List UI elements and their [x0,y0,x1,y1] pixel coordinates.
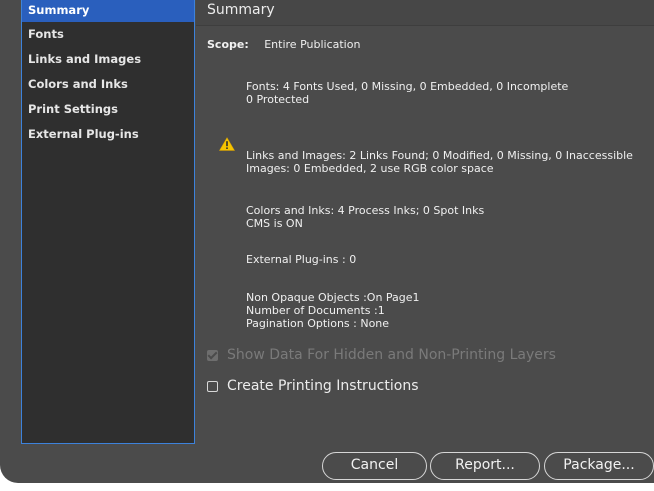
sidebar-item-colors-and-inks[interactable]: Colors and Inks [22,72,194,97]
cms-status-line: CMS is ON [246,217,303,230]
cancel-button[interactable]: Cancel [322,452,427,480]
colors-summary: Colors and Inks: 4 Process Inks; 0 Spot … [246,204,484,230]
summary-panel: Summary Scope: Entire Publication Fonts:… [196,0,654,483]
fonts-summary: Fonts: 4 Fonts Used, 0 Missing, 0 Embedd… [246,80,568,106]
scope-label: Scope: [207,38,249,51]
plugins-summary: External Plug-ins : 0 [246,253,356,266]
sidebar: Summary Fonts Links and Images Colors an… [21,0,195,444]
sidebar-item-links-and-images[interactable]: Links and Images [22,47,194,72]
sidebar-item-print-settings[interactable]: Print Settings [22,97,194,122]
fonts-summary-line: Fonts: 4 Fonts Used, 0 Missing, 0 Embedd… [246,80,569,93]
links-summary: Links and Images: 2 Links Found; 0 Modif… [246,149,633,175]
package-dialog: Summary Fonts Links and Images Colors an… [0,0,654,483]
show-hidden-layers-checkbox[interactable] [207,349,218,361]
plugins-summary-line: External Plug-ins : 0 [246,253,357,266]
report-button[interactable]: Report... [430,452,540,480]
images-summary-line: Images: 0 Embedded, 2 use RGB color spac… [246,162,494,175]
create-printing-instructions-checkbox[interactable] [207,380,218,392]
sidebar-item-summary[interactable]: Summary [22,0,194,22]
non-opaque-objects-line: Non Opaque Objects :On Page1 [246,291,420,304]
fonts-protected-line: 0 Protected [246,93,310,106]
sidebar-item-fonts[interactable]: Fonts [22,22,194,47]
scope-value: Entire Publication [264,38,361,51]
document-summary: Non Opaque Objects :On Page1 Number of D… [246,291,420,330]
number-of-documents-line: Number of Documents :1 [246,304,385,317]
package-button[interactable]: Package... [544,452,654,480]
show-hidden-layers-label: Show Data For Hidden and Non-Printing La… [227,347,556,363]
warning-triangle-icon [219,137,235,151]
inks-summary-line: Colors and Inks: 4 Process Inks; 0 Spot … [246,204,485,217]
scope-row: Scope: Entire Publication [207,38,360,51]
links-summary-line: Links and Images: 2 Links Found; 0 Modif… [246,149,633,162]
create-printing-instructions-label: Create Printing Instructions [227,378,419,394]
create-printing-instructions-option[interactable]: Create Printing Instructions [207,378,419,394]
show-hidden-layers-option: Show Data For Hidden and Non-Printing La… [207,347,556,363]
sidebar-item-external-plug-ins[interactable]: External Plug-ins [22,122,194,147]
pagination-options-line: Pagination Options : None [246,317,390,330]
panel-title: Summary [196,0,654,26]
